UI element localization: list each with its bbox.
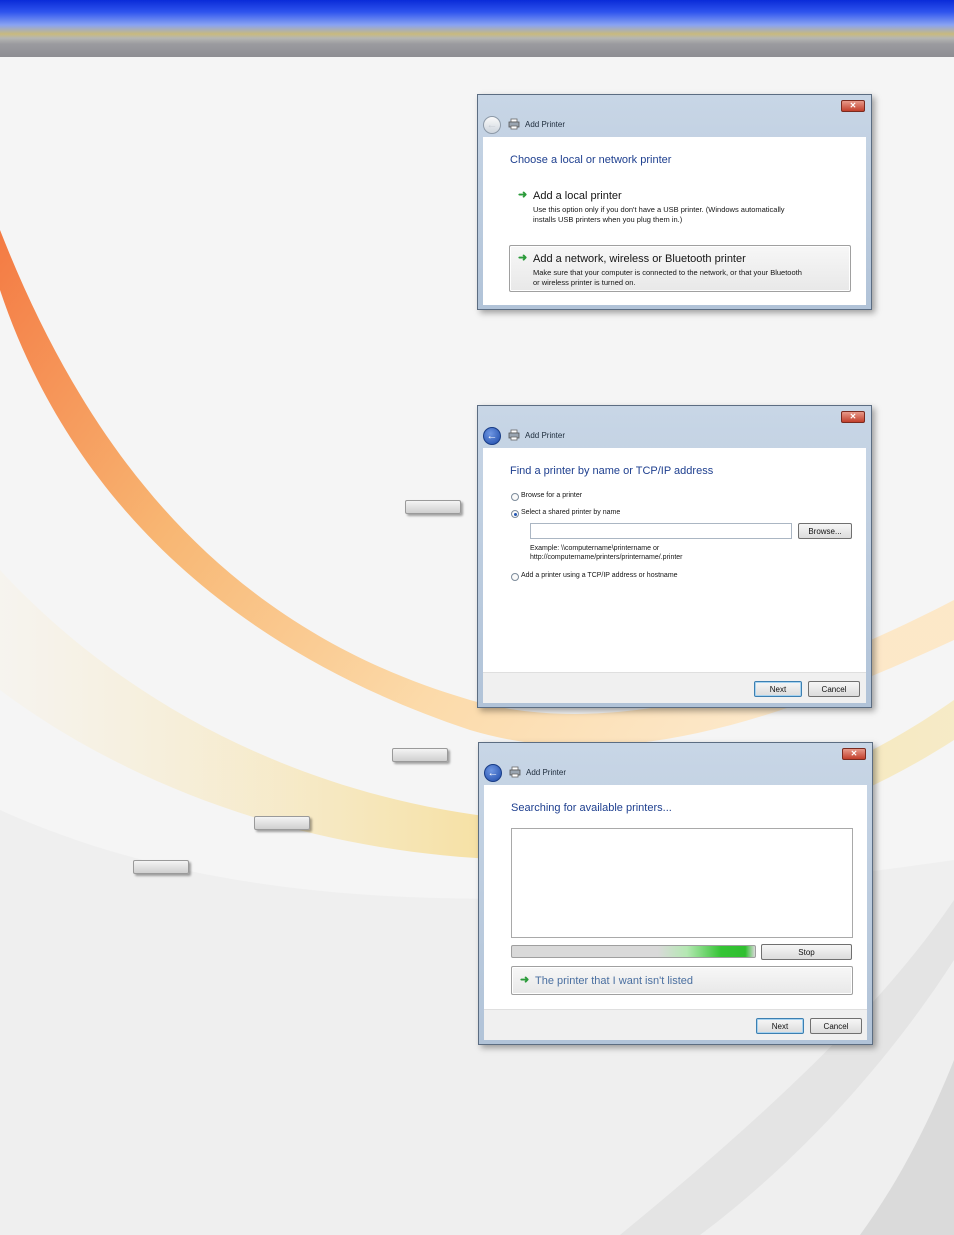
option-add-network-printer[interactable]: Add a network, wireless or Bluetooth pri… bbox=[533, 253, 746, 265]
option-add-local-printer[interactable]: Add a local printer bbox=[533, 190, 622, 202]
add-printer-window-find: ← Add Printer ✕ Find a printer by name o… bbox=[477, 405, 872, 708]
window-content: Find a printer by name or TCP/IP address… bbox=[483, 448, 866, 703]
callout-stub bbox=[405, 500, 461, 514]
back-arrow-icon[interactable]: ← bbox=[484, 764, 502, 782]
radio-select-shared-label: Select a shared printer by name bbox=[521, 509, 621, 516]
example-line1: Example: \\computername\printername or bbox=[530, 545, 660, 552]
window-title: Add Printer bbox=[525, 431, 566, 440]
page-heading: Find a printer by name or TCP/IP address bbox=[510, 465, 714, 477]
next-button[interactable]: Next bbox=[756, 1018, 804, 1034]
example-line2: http://computername/printers/printername… bbox=[530, 554, 683, 561]
page-heading: Searching for available printers... bbox=[511, 802, 672, 814]
title-bar: ← Add Printer ✕ bbox=[478, 95, 871, 137]
printer-name-input[interactable] bbox=[530, 523, 792, 539]
next-button[interactable]: Next bbox=[754, 681, 802, 697]
radio-browse-label: Browse for a printer bbox=[521, 492, 583, 499]
search-progress-bar bbox=[511, 945, 756, 958]
radio-browse[interactable] bbox=[511, 493, 519, 501]
cancel-button[interactable]: Cancel bbox=[808, 681, 860, 697]
option-local-description-line2: installs USB printers when you plug them… bbox=[533, 215, 683, 224]
stop-button[interactable]: Stop bbox=[761, 944, 852, 960]
radio-select-shared[interactable] bbox=[511, 510, 519, 518]
cancel-button[interactable]: Cancel bbox=[810, 1018, 862, 1034]
window-title: Add Printer bbox=[525, 120, 566, 129]
window-content: Searching for available printers... Stop… bbox=[484, 785, 867, 1040]
callout-stub bbox=[254, 816, 310, 830]
close-icon[interactable]: ✕ bbox=[841, 100, 865, 112]
green-arrow-icon: ➜ bbox=[518, 189, 528, 201]
footer: Next Cancel bbox=[484, 1009, 867, 1040]
radio-tcpip-label: Add a printer using a TCP/IP address or … bbox=[521, 572, 678, 579]
green-arrow-icon: ➜ bbox=[520, 974, 530, 986]
add-printer-window-choose: ← Add Printer ✕ Choose a local or networ… bbox=[477, 94, 872, 310]
printer-results-list[interactable] bbox=[511, 828, 853, 938]
close-icon[interactable]: ✕ bbox=[841, 411, 865, 423]
title-bar: ← Add Printer ✕ bbox=[478, 406, 871, 448]
printer-icon bbox=[508, 429, 520, 441]
header-banner bbox=[0, 0, 954, 57]
printer-icon bbox=[509, 766, 521, 778]
add-printer-window-search: ← Add Printer ✕ Searching for available … bbox=[478, 742, 873, 1045]
window-content: Choose a local or network printer ➜ Add … bbox=[483, 137, 866, 305]
green-arrow-icon: ➜ bbox=[518, 252, 528, 264]
browse-button[interactable]: Browse... bbox=[798, 523, 852, 539]
radio-tcpip[interactable] bbox=[511, 573, 519, 581]
title-bar: ← Add Printer ✕ bbox=[479, 743, 872, 785]
page-heading: Choose a local or network printer bbox=[510, 154, 672, 166]
close-icon[interactable]: ✕ bbox=[842, 748, 866, 760]
back-arrow-icon[interactable]: ← bbox=[483, 116, 501, 134]
printer-not-listed-link[interactable]: The printer that I want isn't listed bbox=[535, 975, 693, 987]
callout-stub bbox=[133, 860, 189, 874]
callout-stub bbox=[392, 748, 448, 762]
option-network-description-line2: or wireless printer is turned on. bbox=[533, 278, 636, 287]
back-arrow-icon[interactable]: ← bbox=[483, 427, 501, 445]
printer-icon bbox=[508, 118, 520, 130]
window-title: Add Printer bbox=[526, 768, 567, 777]
footer: Next Cancel bbox=[483, 672, 866, 703]
